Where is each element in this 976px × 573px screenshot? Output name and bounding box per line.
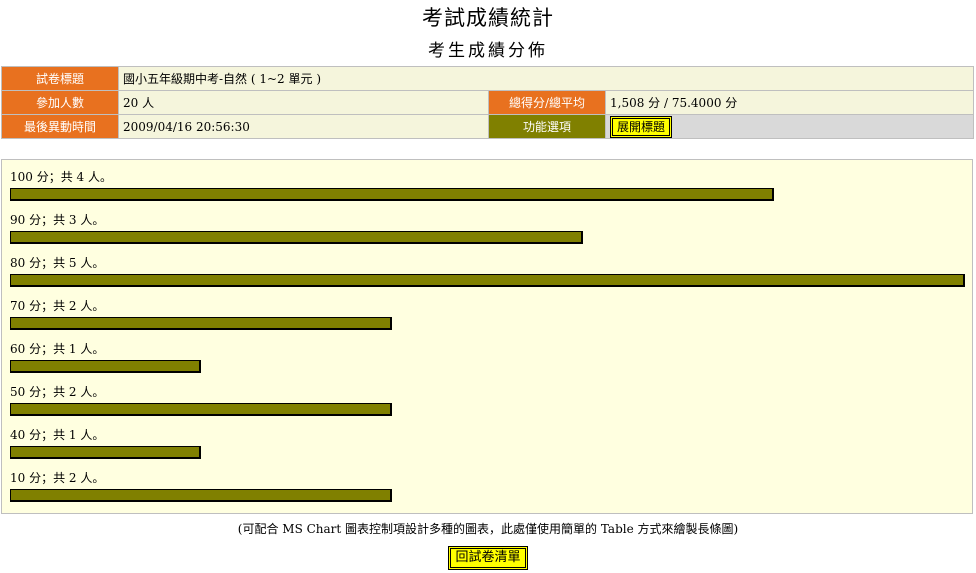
participants-row: 參加人數 20 人 總得分/總平均 1,508 分 / 75.4000 分 bbox=[1, 90, 975, 115]
bar-label: 50 分；共 2 人。 bbox=[10, 385, 105, 399]
bar-label: 80 分；共 5 人。 bbox=[10, 256, 105, 270]
score-bar bbox=[10, 403, 392, 416]
participants-value: 20 人 bbox=[118, 90, 489, 115]
score-bar bbox=[10, 188, 774, 201]
exam-title-label: 試卷標題 bbox=[1, 66, 119, 91]
last-modified-label: 最後異動時間 bbox=[1, 114, 119, 139]
score-bar bbox=[10, 489, 392, 502]
functions-cell: 展開標題 bbox=[604, 114, 975, 139]
score-bar bbox=[10, 274, 965, 287]
total-average-value: 1,508 分 / 75.4000 分 bbox=[604, 90, 975, 115]
score-bar bbox=[10, 360, 201, 373]
page-subtitle: 考生成績分佈 bbox=[428, 41, 548, 61]
page-title: 考試成績統計 bbox=[422, 6, 554, 30]
bar-label: 40 分；共 1 人。 bbox=[10, 428, 105, 442]
last-modified-value: 2009/04/16 20:56:30 bbox=[118, 114, 489, 139]
bar-label: 100 分；共 4 人。 bbox=[10, 170, 112, 184]
bar-label: 10 分；共 2 人。 bbox=[10, 471, 105, 485]
score-distribution-chart: 100 分；共 4 人。 90 分；共 3 人。 80 分；共 5 人。 70 分；共… bbox=[1, 159, 973, 514]
exam-info-table: 試卷標題 國小五年級期中考-自然 ( 1~2 單元 ) 參加人數 20 人 總得… bbox=[1, 66, 975, 139]
exam-title-row: 試卷標題 國小五年級期中考-自然 ( 1~2 單元 ) bbox=[1, 66, 975, 91]
footer-note: (可配合 MS Chart 圖表控制項設計多種的圖表，此處僅使用簡單的 Tabl… bbox=[237, 522, 739, 536]
bar-label: 70 分；共 2 人。 bbox=[10, 299, 105, 313]
score-bar bbox=[10, 317, 392, 330]
score-bar bbox=[10, 231, 583, 244]
back-to-exam-list-button[interactable]: 回試卷清單 bbox=[448, 546, 528, 570]
participants-label: 參加人數 bbox=[1, 90, 119, 115]
functions-label: 功能選項 bbox=[488, 114, 606, 139]
back-button-wrap: 回試卷清單 bbox=[0, 546, 976, 570]
bar-label: 60 分；共 1 人。 bbox=[10, 342, 105, 356]
last-modified-row: 最後異動時間 2009/04/16 20:56:30 功能選項 展開標題 bbox=[1, 114, 975, 139]
exam-title-value: 國小五年級期中考-自然 ( 1~2 單元 ) bbox=[117, 66, 975, 91]
total-average-label: 總得分/總平均 bbox=[488, 90, 606, 115]
expand-title-button[interactable]: 展開標題 bbox=[610, 115, 673, 138]
bar-label: 90 分；共 3 人。 bbox=[10, 213, 105, 227]
score-bar bbox=[10, 446, 201, 459]
